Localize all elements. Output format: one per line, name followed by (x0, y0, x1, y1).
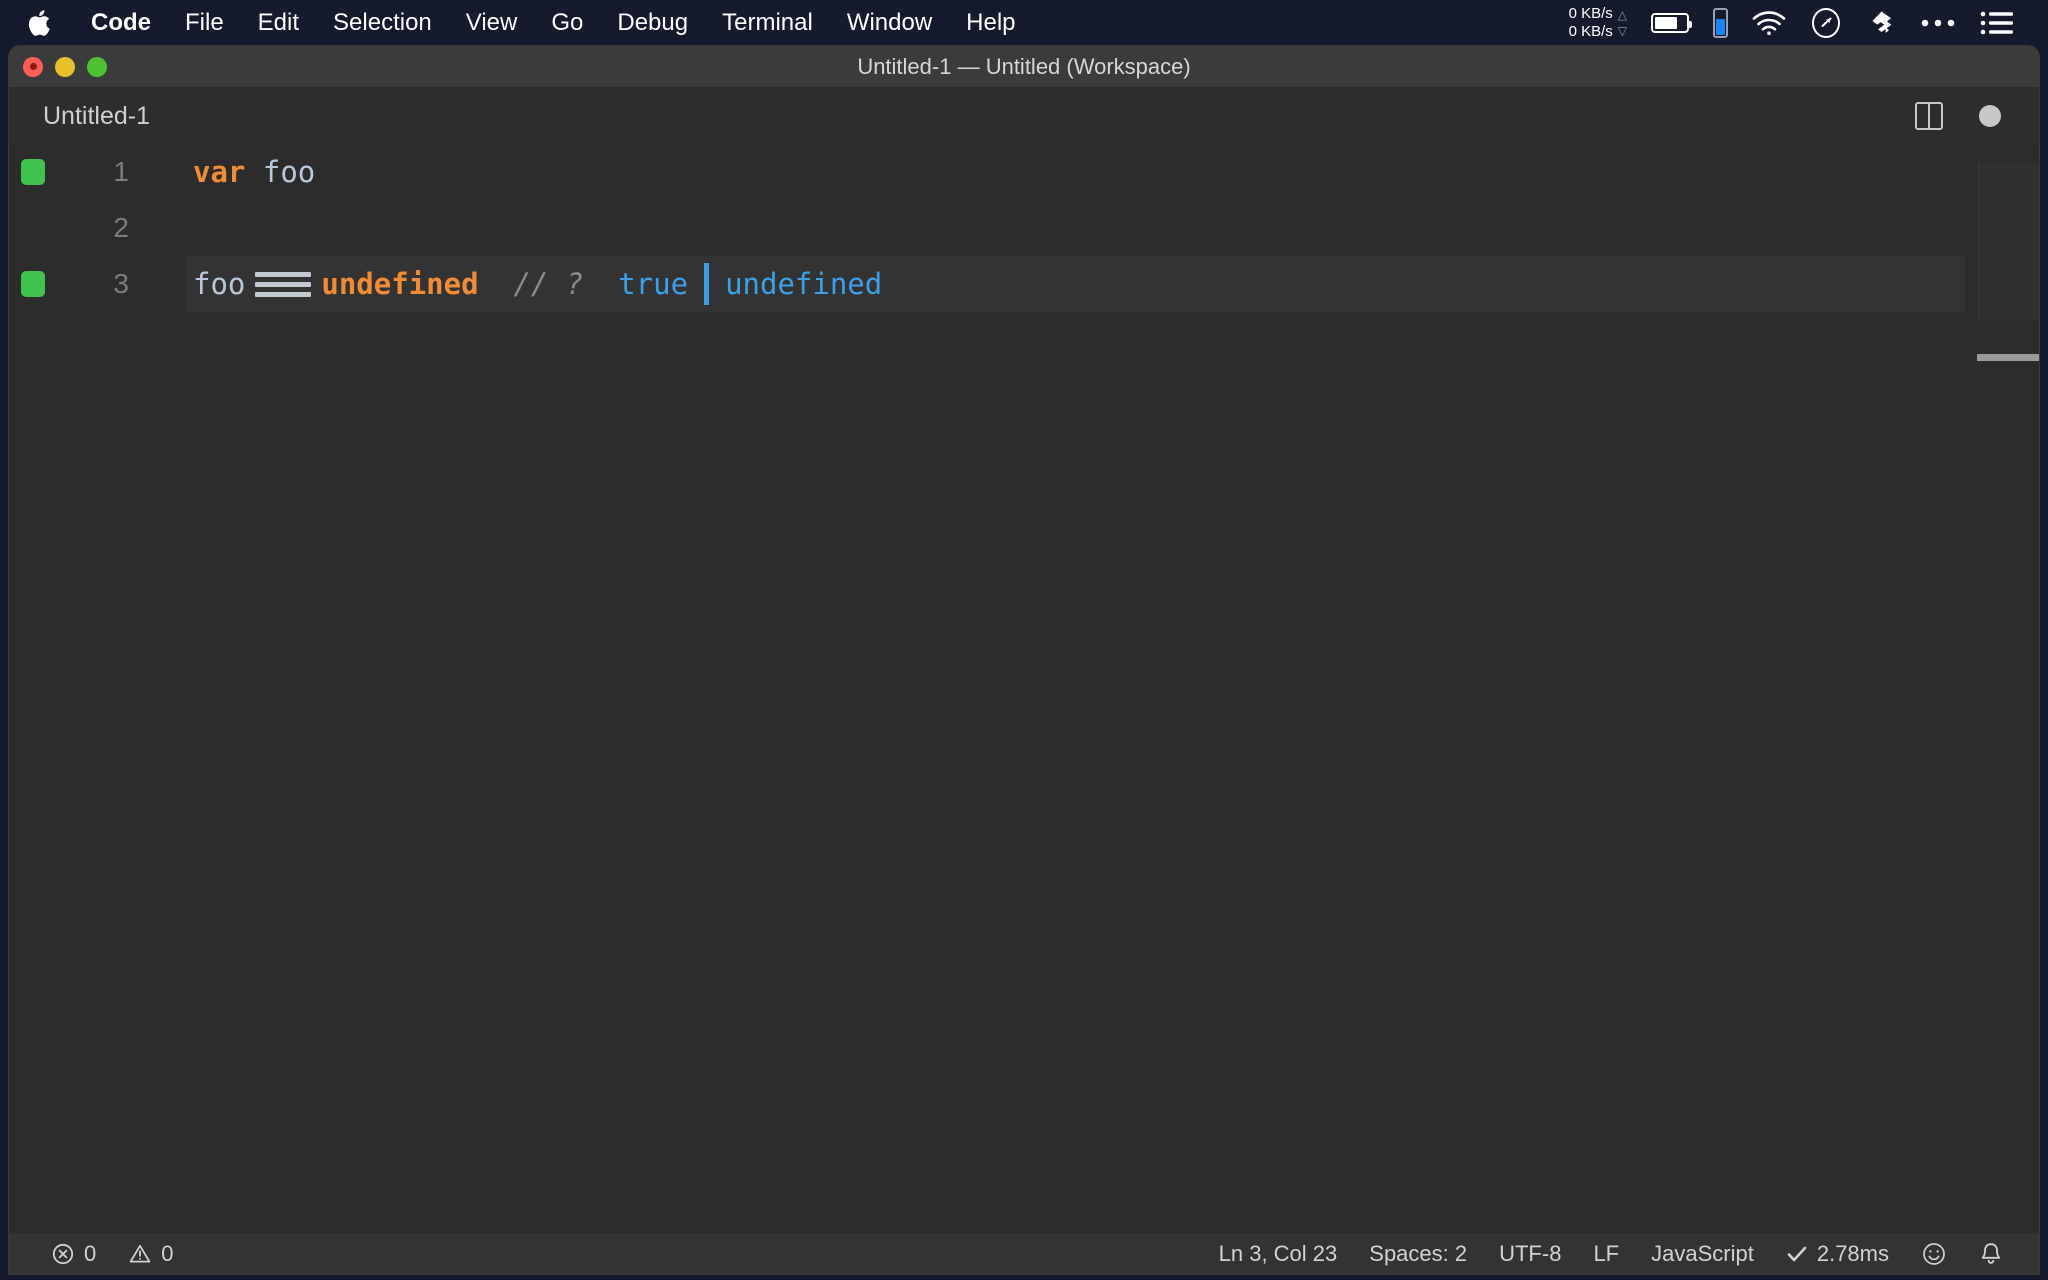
zoom-button[interactable] (87, 56, 107, 77)
minimize-button[interactable] (55, 56, 75, 77)
bell-notification-icon (1979, 1241, 2003, 1267)
compass-icon[interactable] (1798, 0, 1854, 46)
token-strict-equals-ligature (255, 271, 312, 297)
line-number: 3 (113, 268, 129, 299)
dropbox-icon[interactable] (1854, 0, 1908, 46)
code-line-3[interactable]: 3 foo undefined // ? true undefined (9, 256, 2039, 312)
code-line-1[interactable]: 1 var foo (9, 144, 2039, 200)
minimap-scrollbar[interactable] (1965, 144, 2039, 1233)
code-line-2[interactable]: 2 (9, 200, 2039, 256)
traffic-lights (9, 56, 107, 77)
wifi-icon[interactable] (1740, 0, 1798, 46)
vscode-window: Untitled-1 — Untitled (Workspace) Untitl… (9, 46, 2039, 1274)
token-variable: foo (193, 267, 246, 301)
status-errors[interactable]: 0 (35, 1241, 112, 1267)
check-icon (1786, 1244, 1808, 1264)
status-notifications[interactable] (1963, 1241, 2019, 1267)
macos-menubar: Code File Edit Selection View Go Debug T… (0, 0, 2048, 46)
tab-label: Untitled-1 (43, 101, 150, 130)
inline-value-true: true (618, 267, 689, 301)
token-undefined-keyword: undefined (321, 267, 479, 301)
status-warnings[interactable]: 0 (112, 1241, 189, 1267)
statusbar-right: Ln 3, Col 23 Spaces: 2 UTF-8 LF JavaScri… (1203, 1241, 2019, 1267)
line-content: foo undefined // ? true undefined (193, 263, 882, 305)
token-keyword: var (193, 155, 246, 189)
error-count: 0 (84, 1241, 97, 1266)
error-icon (51, 1242, 75, 1266)
battery-vertical-indicator-icon[interactable] (1701, 0, 1740, 46)
git-added-marker-icon (21, 271, 45, 297)
unsaved-dot-icon[interactable] (1979, 105, 2001, 127)
menu-item-edit[interactable]: Edit (241, 0, 316, 46)
battery-icon[interactable] (1639, 0, 1701, 46)
status-run-time[interactable]: 2.78ms (1770, 1241, 1905, 1267)
tab-untitled-1[interactable]: Untitled-1 (9, 88, 184, 144)
menu-item-window[interactable]: Window (830, 0, 949, 46)
code-editor[interactable]: 1 var foo 2 3 foo undefined // ? true un… (9, 144, 2039, 1233)
line-number: 1 (113, 156, 129, 187)
editor-tabbar: Untitled-1 (9, 88, 2039, 144)
inline-value-undefined: undefined (725, 267, 883, 301)
minimap-slider[interactable] (1978, 162, 2039, 320)
token-variable: foo (262, 155, 316, 189)
triangle-down-icon: ▽ (1617, 23, 1627, 38)
menu-item-go[interactable]: Go (534, 0, 600, 46)
network-speed-indicator[interactable]: 0 KB/s 0 KB/s △ ▽ (1557, 0, 1639, 46)
menu-item-code[interactable]: Code (74, 0, 168, 46)
menu-item-selection[interactable]: Selection (316, 0, 449, 46)
window-titlebar: Untitled-1 — Untitled (Workspace) (9, 46, 2039, 88)
menu-item-terminal[interactable]: Terminal (705, 0, 830, 46)
ellipsis-icon[interactable] (1908, 0, 1968, 46)
network-upload-speed: 0 KB/s (1568, 5, 1613, 23)
statusbar: 0 0 Ln 3, Col 23 Spaces: 2 UTF-8 LF Java… (9, 1233, 2039, 1274)
menu-item-debug[interactable]: Debug (600, 0, 705, 46)
status-indentation[interactable]: Spaces: 2 (1353, 1241, 1483, 1267)
editor-actions (1915, 102, 2039, 130)
close-button[interactable] (23, 56, 43, 77)
network-download-speed: 0 KB/s (1568, 23, 1613, 40)
menubar-items: Code File Edit Selection View Go Debug T… (74, 0, 1033, 46)
menu-item-help[interactable]: Help (949, 0, 1032, 46)
token-comment: // ? (513, 267, 584, 301)
menu-item-view[interactable]: View (449, 0, 535, 46)
warning-icon (128, 1242, 152, 1266)
menu-item-file[interactable]: File (168, 0, 241, 46)
menubar-status-area: 0 KB/s 0 KB/s △ ▽ (1557, 0, 2026, 46)
status-eol[interactable]: LF (1577, 1241, 1635, 1267)
git-added-marker-icon (21, 159, 45, 185)
split-editor-icon[interactable] (1915, 102, 1943, 130)
status-language-mode[interactable]: JavaScript (1635, 1241, 1770, 1267)
apple-logo-icon[interactable] (26, 8, 52, 38)
code-lines: 1 var foo 2 3 foo undefined // ? true un… (9, 144, 2039, 312)
smiley-feedback-icon (1921, 1241, 1947, 1267)
status-encoding[interactable]: UTF-8 (1483, 1241, 1577, 1267)
line-content: var foo (193, 155, 315, 189)
line-number: 2 (113, 212, 129, 243)
triangle-up-icon: △ (1617, 8, 1627, 23)
status-cursor-position[interactable]: Ln 3, Col 23 (1203, 1241, 1354, 1267)
list-menu-icon[interactable] (1968, 0, 2026, 46)
warning-count: 0 (161, 1241, 174, 1266)
text-cursor (704, 263, 710, 305)
status-feedback[interactable] (1905, 1241, 1963, 1267)
minimap-cursor-marker (1977, 354, 2039, 361)
run-time-label: 2.78ms (1816, 1241, 1889, 1266)
window-title: Untitled-1 — Untitled (Workspace) (857, 53, 1191, 79)
